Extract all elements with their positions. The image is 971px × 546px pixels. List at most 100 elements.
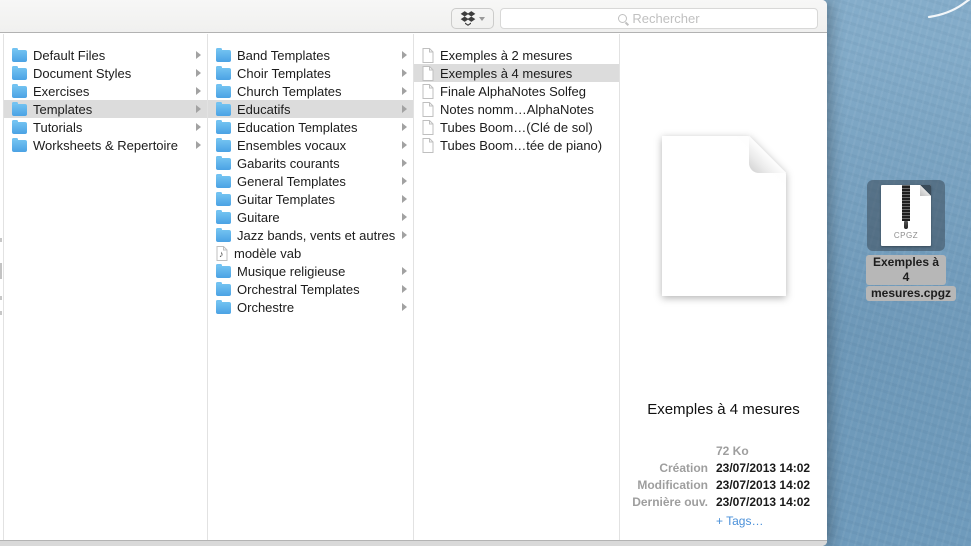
item-label: Templates bbox=[33, 102, 190, 117]
chevron-right-icon bbox=[402, 87, 407, 95]
item-label: Worksheets & Repertoire bbox=[33, 138, 190, 153]
list-item[interactable]: General Templates bbox=[208, 172, 413, 190]
list-item[interactable]: Tubes Boom…tée de piano) bbox=[414, 136, 619, 154]
chevron-right-icon bbox=[196, 123, 201, 131]
item-label: Church Templates bbox=[237, 84, 396, 99]
chevron-right-icon bbox=[402, 69, 407, 77]
list-item[interactable]: Tutorials bbox=[4, 118, 207, 136]
item-label: Exercises bbox=[33, 84, 190, 99]
info-label: Dernière ouv. bbox=[620, 494, 708, 511]
icon-selection: CPGZ bbox=[867, 180, 945, 251]
item-label: Orchestre bbox=[237, 300, 396, 315]
finder-window: Rechercher Default Files Document Styles… bbox=[0, 0, 827, 546]
list-item[interactable]: Education Templates bbox=[208, 118, 413, 136]
file-type-badge: CPGZ bbox=[881, 231, 931, 240]
music-document-icon: ♪ bbox=[216, 246, 228, 261]
dropbox-icon bbox=[460, 11, 476, 26]
page-fold bbox=[749, 136, 786, 173]
list-item[interactable]: Ensembles vocaux bbox=[208, 136, 413, 154]
chevron-right-icon bbox=[196, 87, 201, 95]
document-icon bbox=[422, 102, 434, 117]
file-info: 72 Ko Création23/07/2013 14:02 Modificat… bbox=[620, 443, 827, 530]
folder-icon bbox=[216, 158, 231, 170]
folder-icon bbox=[12, 68, 27, 80]
item-label: Education Templates bbox=[237, 120, 396, 135]
chevron-right-icon bbox=[402, 141, 407, 149]
list-item-selected[interactable]: Templates bbox=[4, 100, 207, 118]
preview-doc-icon bbox=[662, 136, 786, 296]
desktop: { "toolbar": { "dropbox_button": "Dropbo… bbox=[0, 0, 971, 546]
list-item[interactable]: Orchestral Templates bbox=[208, 280, 413, 298]
list-item[interactable]: Orchestre bbox=[208, 298, 413, 316]
chevron-right-icon bbox=[402, 285, 407, 293]
chevron-right-icon bbox=[196, 51, 201, 59]
chevron-right-icon bbox=[402, 303, 407, 311]
item-label: Default Files bbox=[33, 48, 190, 63]
item-label: Guitar Templates bbox=[237, 192, 396, 207]
list-item-selected[interactable]: Educatifs bbox=[208, 100, 413, 118]
list-item[interactable]: Church Templates bbox=[208, 82, 413, 100]
list-item[interactable]: Worksheets & Repertoire bbox=[4, 136, 207, 154]
item-label: Jazz bands, vents et autres bbox=[237, 228, 396, 243]
list-item[interactable]: Band Templates bbox=[208, 46, 413, 64]
list-item[interactable]: Default Files bbox=[4, 46, 207, 64]
list-item[interactable]: Choir Templates bbox=[208, 64, 413, 82]
column-2: Band Templates Choir Templates Church Te… bbox=[208, 34, 413, 540]
folder-icon bbox=[12, 140, 27, 152]
list-item[interactable]: Musique religieuse bbox=[208, 262, 413, 280]
list-item[interactable]: Guitare bbox=[208, 208, 413, 226]
list-item[interactable]: Document Styles bbox=[4, 64, 207, 82]
list-item[interactable]: ♪ modèle vab bbox=[208, 244, 413, 262]
item-label: General Templates bbox=[237, 174, 396, 189]
folder-icon bbox=[216, 122, 231, 134]
folder-icon bbox=[216, 230, 231, 242]
document-icon bbox=[422, 66, 434, 81]
info-label: Création bbox=[620, 460, 708, 477]
search-icon bbox=[618, 14, 627, 23]
dropbox-button[interactable] bbox=[451, 8, 494, 29]
chevron-right-icon bbox=[196, 105, 201, 113]
item-label: Exemples à 2 mesures bbox=[440, 48, 613, 63]
list-item[interactable]: Gabarits courants bbox=[208, 154, 413, 172]
info-value: 23/07/2013 14:02 bbox=[716, 460, 810, 477]
list-item[interactable]: Finale AlphaNotes Solfeg bbox=[414, 82, 619, 100]
item-label: Document Styles bbox=[33, 66, 190, 81]
folder-icon bbox=[216, 104, 231, 116]
document-icon bbox=[422, 84, 434, 99]
chevron-right-icon bbox=[402, 231, 407, 239]
list-item[interactable]: Guitar Templates bbox=[208, 190, 413, 208]
chevron-right-icon bbox=[402, 51, 407, 59]
toolbar: Rechercher bbox=[0, 0, 827, 33]
list-item[interactable]: Exercises bbox=[4, 82, 207, 100]
item-label: Ensembles vocaux bbox=[237, 138, 396, 153]
chevron-right-icon bbox=[402, 123, 407, 131]
item-label: Guitare bbox=[237, 210, 396, 225]
folder-icon bbox=[12, 86, 27, 98]
list-item[interactable]: Exemples à 2 mesures bbox=[414, 46, 619, 64]
item-label: Exemples à 4 mesures bbox=[440, 66, 613, 81]
chevron-right-icon bbox=[402, 159, 407, 167]
list-item[interactable]: Jazz bands, vents et autres bbox=[208, 226, 413, 244]
folder-icon bbox=[216, 68, 231, 80]
list-item-selected[interactable]: Exemples à 4 mesures bbox=[414, 64, 619, 82]
zipper-icon bbox=[902, 185, 910, 221]
svg-text:♪: ♪ bbox=[219, 249, 224, 259]
chevron-down-icon bbox=[479, 17, 485, 21]
chevron-right-icon bbox=[196, 69, 201, 77]
list-item[interactable]: Notes nomm…AlphaNotes bbox=[414, 100, 619, 118]
folder-icon bbox=[216, 284, 231, 296]
info-value: 23/07/2013 14:02 bbox=[716, 477, 810, 494]
item-label: Tutorials bbox=[33, 120, 190, 135]
file-size: 72 Ko bbox=[716, 443, 749, 460]
folder-icon bbox=[216, 140, 231, 152]
list-item[interactable]: Tubes Boom…(Clé de sol) bbox=[414, 118, 619, 136]
document-icon bbox=[422, 138, 434, 153]
item-label: Gabarits courants bbox=[237, 156, 396, 171]
document-icon bbox=[422, 48, 434, 63]
tags-link[interactable]: + Tags… bbox=[716, 513, 827, 530]
desktop-icon-cpgz[interactable]: CPGZ Exemples à 4 mesures.cpgz bbox=[866, 180, 946, 301]
search-input[interactable]: Rechercher bbox=[500, 8, 818, 29]
window-bottom-edge bbox=[0, 540, 827, 546]
item-label: Band Templates bbox=[237, 48, 396, 63]
item-label: Orchestral Templates bbox=[237, 282, 396, 297]
